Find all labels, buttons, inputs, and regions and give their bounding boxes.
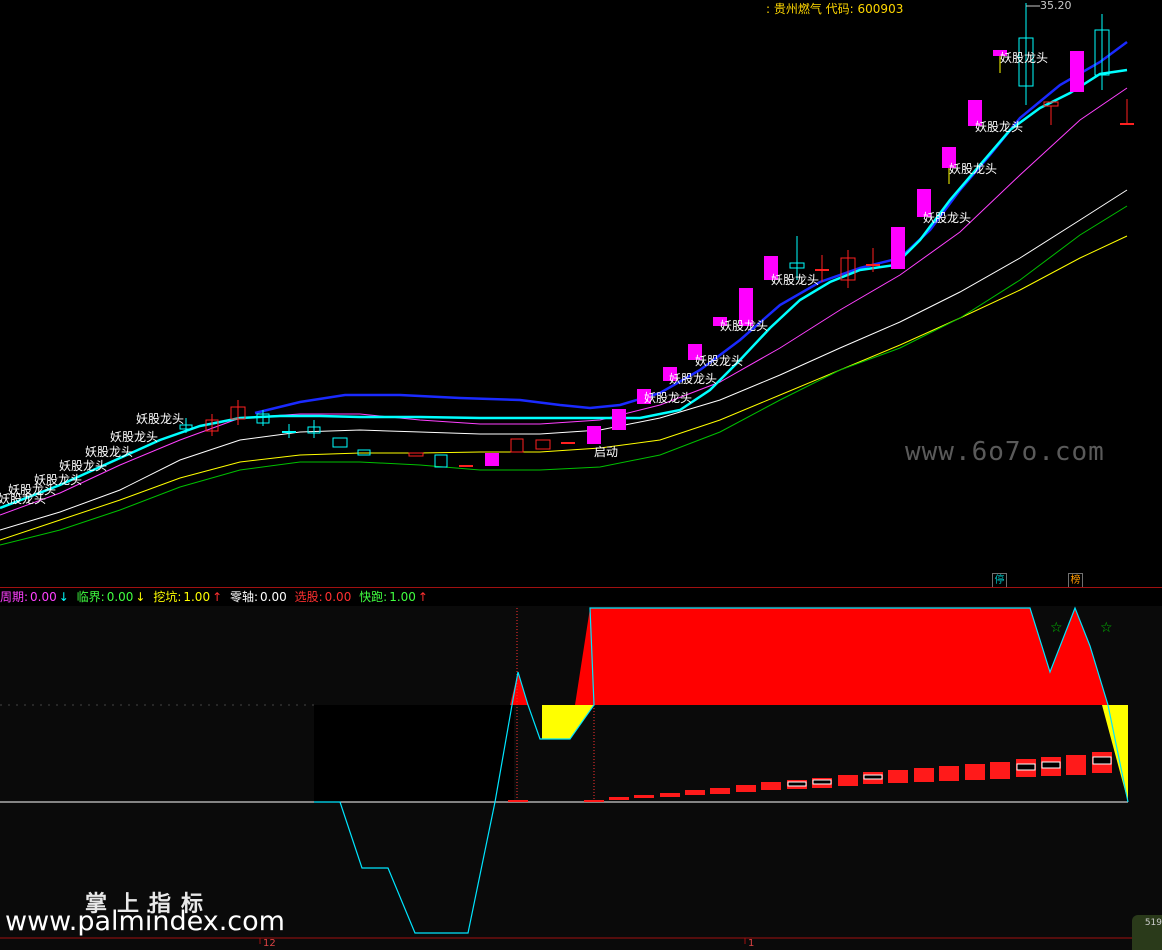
hist-bar [838,775,858,786]
candle [535,439,551,450]
candle [637,389,651,404]
hist-marker [863,774,883,780]
hist-bar [584,800,604,802]
hist-marker [1092,756,1112,765]
ma-green-line [0,205,1128,546]
indicator-item[interactable]: 临界: 0.00 ↓ [77,590,148,604]
hist-bar [914,768,934,782]
candle [663,367,677,381]
brand-url: www.palmindex.com [5,906,285,937]
indicator-item[interactable]: 快跑: 1.00 ↑ [359,590,430,604]
star-icon: ☆ [1100,620,1113,636]
candle [408,452,424,457]
hist-marker [1016,763,1036,771]
hist-bar [634,795,654,798]
candle [993,50,1007,56]
black-block [314,705,514,802]
red-area [575,608,1108,705]
candle [891,227,905,269]
candle [739,288,753,326]
hist-bar [888,770,908,783]
price-chart[interactable] [0,0,1162,588]
indicator-item[interactable]: 选股: 0.00 [295,590,354,604]
candle [713,317,727,326]
hist-marker [812,779,832,785]
candle [1070,51,1084,92]
hist-bar [710,788,730,794]
corner-value: 519 [1144,918,1162,928]
hist-marker [1041,761,1061,769]
candle [917,189,931,217]
hist-bar [965,764,985,780]
stock-title: : 贵州燃气 代码: 600903 [766,2,904,16]
indicator-item[interactable]: 周期: 0.00 ↓ [0,590,71,604]
hist-bar [660,793,680,797]
date-tick-label: 1 [748,938,755,949]
star-icon: ☆ [1050,620,1063,636]
ma-yellow-line [0,235,1128,541]
indicator-item[interactable]: 挖坑: 1.00 ↑ [153,590,224,604]
ma-white-line [0,189,1128,531]
candle [942,147,956,168]
candle [587,426,601,444]
candle [688,344,702,360]
candle [510,438,524,453]
indicator-item[interactable]: 零轴: 0.00 [230,590,289,604]
date-tick-label: 12 [263,938,276,949]
candle [764,256,778,280]
candle [968,100,982,126]
hist-bar [609,797,629,800]
candle [332,437,348,448]
candle [612,409,626,430]
hist-bar [508,800,528,802]
indicator-legend: 周期: 0.00 ↓ 临界: 0.00 ↓ 挖坑: 1.00 ↑ 零轴: 0.00 选股: 0.… [0,588,432,606]
candle [485,453,499,466]
ranking-badge: 榜 [1068,573,1083,588]
hist-bar [736,785,756,792]
hist-bar [685,790,705,795]
hist-bar [939,766,959,781]
watermark: www.6o7o.com [905,437,1105,467]
hist-marker [787,781,807,787]
limit-up-badge: 停 [992,573,1007,588]
hist-bar [1066,755,1086,775]
corner-widget[interactable]: 519 [1132,915,1162,950]
max-price-label: 35.20 [1040,0,1072,12]
hist-bar [990,762,1010,779]
candle [434,454,448,468]
hist-bar [761,782,781,790]
